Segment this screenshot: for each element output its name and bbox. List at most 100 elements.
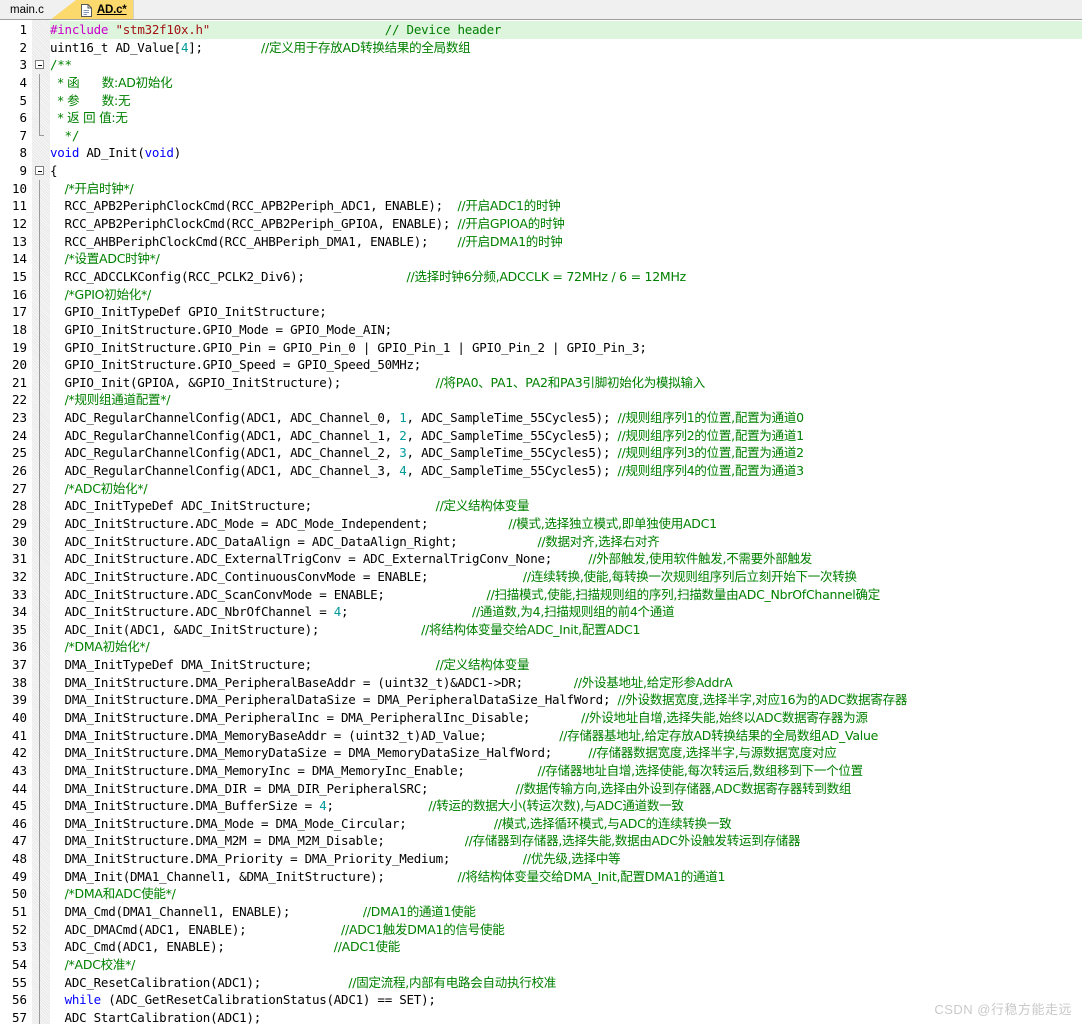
fold-margin-row	[32, 691, 50, 709]
code-line[interactable]: ADC_DMACmd(ADC1, ENABLE); //ADC1触发DMA1的信…	[50, 921, 1082, 939]
code-line[interactable]: ADC_InitStructure.ADC_DataAlign = ADC_Da…	[50, 533, 1082, 551]
fold-margin-row	[32, 179, 50, 198]
code-line[interactable]: while (ADC_GetResetCalibrationStatus(ADC…	[50, 991, 1082, 1009]
code-line[interactable]: ADC_InitStructure.ADC_ScanConvMode = ENA…	[50, 586, 1082, 604]
code-line[interactable]: DMA_InitStructure.DMA_DIR = DMA_DIR_Peri…	[50, 780, 1082, 798]
code-line[interactable]: /*GPIO初始化*/	[50, 286, 1082, 304]
code-line[interactable]: GPIO_InitStructure.GPIO_Mode = GPIO_Mode…	[50, 321, 1082, 339]
fold-margin-row	[32, 973, 50, 992]
code-line[interactable]: DMA_InitStructure.DMA_M2M = DMA_M2M_Disa…	[50, 832, 1082, 850]
code-line[interactable]: DMA_InitStructure.DMA_PeripheralDataSize…	[50, 691, 1082, 709]
code-line[interactable]: DMA_InitStructure.DMA_MemoryDataSize = D…	[50, 744, 1082, 762]
code-line[interactable]: GPIO_InitStructure.GPIO_Pin = GPIO_Pin_0…	[50, 339, 1082, 357]
code-line[interactable]: * 返 回 值:无	[50, 109, 1082, 127]
code-token: //数据传输方向,选择由外设到存储器,ADC数据寄存器转到数组	[515, 780, 852, 796]
line-number: 14	[11, 251, 27, 267]
code-line[interactable]: /*DMA和ADC使能*/	[50, 885, 1082, 903]
tab-main-c-label: main.c	[10, 4, 44, 16]
code-line[interactable]: DMA_InitStructure.DMA_Mode = DMA_Mode_Ci…	[50, 815, 1082, 833]
code-line[interactable]: ADC_RegularChannelConfig(ADC1, ADC_Chann…	[50, 409, 1082, 427]
code-line[interactable]: RCC_ADCCLKConfig(RCC_PCLK2_Div6); //选择时钟…	[50, 268, 1082, 286]
code-line[interactable]: DMA_InitStructure.DMA_MemoryBaseAddr = (…	[50, 727, 1082, 745]
code-line[interactable]: RCC_APB2PeriphClockCmd(RCC_APB2Periph_AD…	[50, 197, 1082, 215]
code-line[interactable]: ADC_InitTypeDef ADC_InitStructure; //定义结…	[50, 497, 1082, 515]
code-line[interactable]: ADC_InitStructure.ADC_ExternalTrigConv =…	[50, 550, 1082, 568]
tab-ad-c[interactable]: AD.c*	[75, 0, 133, 19]
code-line[interactable]: RCC_APB2PeriphClockCmd(RCC_APB2Periph_GP…	[50, 215, 1082, 233]
code-line[interactable]: DMA_Init(DMA1_Channel1, &DMA_InitStructu…	[50, 868, 1082, 886]
code-line[interactable]: {	[50, 162, 1082, 180]
code-line[interactable]: /*设置ADC时钟*/	[50, 250, 1082, 268]
code-line[interactable]: DMA_InitStructure.DMA_MemoryInc = DMA_Me…	[50, 762, 1082, 780]
code-line[interactable]: ADC_InitStructure.ADC_ContinuousConvMode…	[50, 568, 1082, 586]
code-line[interactable]: */	[50, 127, 1082, 145]
code-token: /**	[50, 57, 72, 73]
code-token: ADC_Cmd(ADC1, ENABLE);	[50, 939, 334, 955]
code-line[interactable]: DMA_Cmd(DMA1_Channel1, ENABLE); //DMA1的通…	[50, 903, 1082, 921]
code-editor[interactable]: 1 2 3 4 5 6 7 8 9 10 11 12 13 14 15 16 17 18 19 20 21 22 23 24 2…	[0, 20, 1082, 1024]
code-token: /*ADC初始化*/	[64, 480, 148, 496]
code-line[interactable]: /*开启时钟*/	[50, 180, 1082, 198]
code-line[interactable]: DMA_InitTypeDef DMA_InitStructure; //定义结…	[50, 656, 1082, 674]
fold-bar	[39, 444, 40, 463]
code-line[interactable]: DMA_InitStructure.DMA_PeripheralInc = DM…	[50, 709, 1082, 727]
code-line[interactable]: /**	[50, 56, 1082, 74]
code-line[interactable]: ADC_Init(ADC1, &ADC_InitStructure); //将结…	[50, 621, 1082, 639]
code-line[interactable]: ADC_StartCalibration(ADC1);	[50, 1009, 1082, 1024]
fold-margin-row[interactable]	[32, 56, 50, 74]
tab-separator-wedge	[49, 0, 76, 19]
code-token: //开启GPIOA的时钟	[457, 216, 565, 232]
line-number: 39	[11, 692, 27, 708]
code-line[interactable]: * 函 数:AD初始化	[50, 74, 1082, 92]
code-line[interactable]: ADC_RegularChannelConfig(ADC1, ADC_Chann…	[50, 444, 1082, 462]
fold-collapse-icon[interactable]	[35, 166, 44, 176]
code-line[interactable]: ADC_InitStructure.ADC_Mode = ADC_Mode_In…	[50, 515, 1082, 533]
fold-margin-row	[32, 514, 50, 533]
code-line[interactable]: DMA_InitStructure.DMA_PeripheralBaseAddr…	[50, 674, 1082, 692]
fold-margin-row[interactable]	[32, 162, 50, 180]
code-line[interactable]: DMA_InitStructure.DMA_Priority = DMA_Pri…	[50, 850, 1082, 868]
code-token: DMA_InitStructure.DMA_Priority = DMA_Pri…	[50, 851, 523, 867]
code-token: (ADC_GetResetCalibrationStatus(ADC1) == …	[100, 992, 436, 1008]
code-line[interactable]: GPIO_Init(GPIOA, &GPIO_InitStructure); /…	[50, 374, 1082, 392]
code-token: //模式,选择独立模式,即单独使用ADC1	[508, 515, 717, 531]
fold-margin-row	[32, 761, 50, 780]
fold-bar	[39, 109, 40, 127]
code-line[interactable]: ADC_InitStructure.ADC_NbrOfChannel = 4; …	[50, 603, 1082, 621]
code-line[interactable]: /*ADC初始化*/	[50, 480, 1082, 498]
code-line[interactable]: ADC_RegularChannelConfig(ADC1, ADC_Chann…	[50, 427, 1082, 445]
code-token: //外设基地址,给定形参AddrA	[573, 674, 733, 690]
code-token: ADC_InitStructure.ADC_Mode = ADC_Mode_In…	[50, 515, 509, 531]
code-line[interactable]: DMA_InitStructure.DMA_BufferSize = 4; //…	[50, 797, 1082, 815]
code-line[interactable]: RCC_AHBPeriphClockCmd(RCC_AHBPeriph_DMA1…	[50, 233, 1082, 251]
code-folding-margin[interactable]	[32, 20, 50, 1024]
code-line[interactable]: ADC_Cmd(ADC1, ENABLE); //ADC1使能	[50, 938, 1082, 956]
code-token: //固定流程,内部有电路会自动执行校准	[348, 974, 556, 990]
code-line[interactable]: #include "stm32f10x.h" // Device header	[50, 21, 1082, 39]
fold-bar	[39, 356, 40, 374]
code-line[interactable]: ADC_ResetCalibration(ADC1); //固定流程,内部有电路…	[50, 974, 1082, 992]
line-number: 31	[11, 551, 27, 567]
code-line[interactable]: ADC_RegularChannelConfig(ADC1, ADC_Chann…	[50, 462, 1082, 480]
code-token: //存储器数据宽度,选择半字,与源数据宽度对应	[588, 745, 837, 761]
tab-main-c[interactable]: main.c	[2, 0, 50, 19]
csdn-watermark: CSDN @行稳方能走远	[934, 1002, 1072, 1017]
code-line[interactable]: void AD_Init(void)	[50, 144, 1082, 162]
code-token: //规则组序列4的位置,配置为通道3	[617, 463, 805, 479]
code-line[interactable]: GPIO_InitTypeDef GPIO_InitStructure;	[50, 303, 1082, 321]
code-token: //优先级,选择中等	[522, 851, 621, 867]
code-line[interactable]: uint16_t AD_Value[4]; //定义用于存放AD转换结果的全局数…	[50, 39, 1082, 57]
line-number: 44	[11, 780, 27, 796]
code-line[interactable]: /*ADC校准*/	[50, 956, 1082, 974]
fold-bar	[39, 620, 40, 639]
code-text-area[interactable]: #include "stm32f10x.h" // Device header u…	[50, 20, 1082, 1024]
code-line[interactable]: /*DMA初始化*/	[50, 638, 1082, 656]
code-line[interactable]: /*规则组通道配置*/	[50, 391, 1082, 409]
fold-collapse-icon[interactable]	[35, 60, 44, 70]
code-line[interactable]: * 参 数:无	[50, 92, 1082, 110]
fold-margin-row	[32, 797, 50, 815]
code-token: //数据对齐,选择右对齐	[537, 533, 660, 549]
code-token: //外部触发,使用软件触发,不需要外部触发	[588, 551, 813, 567]
code-line[interactable]: GPIO_InitStructure.GPIO_Speed = GPIO_Spe…	[50, 356, 1082, 374]
